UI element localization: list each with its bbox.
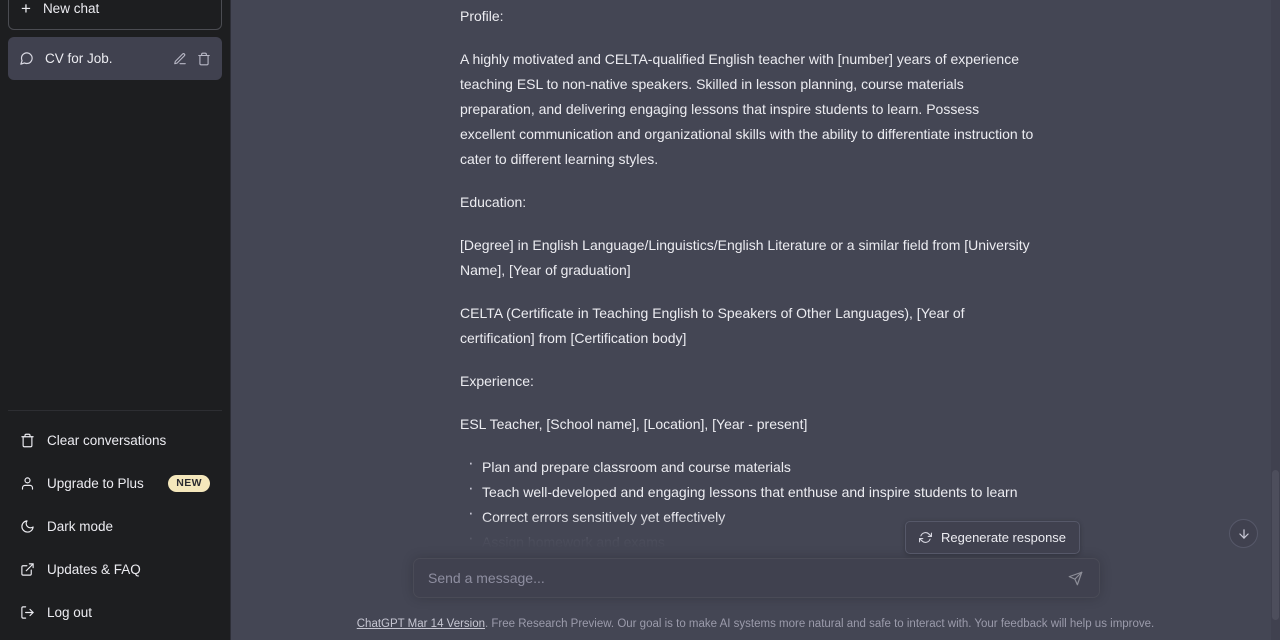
- logout-icon: [20, 605, 35, 620]
- external-link-icon: [20, 562, 35, 577]
- assistant-message: Profile: A highly motivated and CELTA-qu…: [460, 0, 1038, 565]
- education-heading: Education:: [460, 194, 527, 210]
- chatgpt-app: + New chat CV for Job. Clear conversatio…: [0, 0, 1280, 640]
- sidebar-item-dark-mode[interactable]: Dark mode: [8, 505, 222, 548]
- conversation-title: CV for Job.: [45, 51, 113, 66]
- arrow-down-icon: [1237, 527, 1251, 541]
- message-bubble-icon: [19, 51, 34, 66]
- conversation-item-cv-for-job[interactable]: CV for Job.: [8, 37, 222, 80]
- trash-icon[interactable]: [197, 52, 211, 66]
- sidebar-item-label: Log out: [47, 605, 93, 620]
- sidebar-item-log-out[interactable]: Log out: [8, 591, 222, 634]
- refresh-icon: [919, 531, 932, 544]
- conversation-actions: [173, 52, 211, 66]
- plus-icon: +: [21, 0, 31, 18]
- version-link[interactable]: ChatGPT Mar 14 Version: [357, 618, 485, 630]
- new-chat-button[interactable]: + New chat: [8, 0, 222, 30]
- experience-role: ESL Teacher, [School name], [Location], …: [460, 416, 808, 432]
- message-input[interactable]: [428, 570, 1065, 586]
- profile-heading: Profile:: [460, 8, 504, 24]
- sidebar-item-label: Clear conversations: [47, 433, 167, 448]
- main-panel: Profile: A highly motivated and CELTA-qu…: [230, 0, 1280, 640]
- sidebar-item-label: Upgrade to Plus: [47, 476, 144, 491]
- footer-disclaimer: ChatGPT Mar 14 Version. Free Research Pr…: [231, 616, 1280, 632]
- profile-body: A highly motivated and CELTA-qualified E…: [460, 51, 1034, 167]
- sidebar-item-updates-and-faq[interactable]: Updates & FAQ: [8, 548, 222, 591]
- pencil-icon[interactable]: [173, 52, 187, 66]
- user-icon: [20, 476, 35, 491]
- message-thread: Profile: A highly motivated and CELTA-qu…: [231, 0, 1280, 640]
- regenerate-response-label: Regenerate response: [941, 530, 1067, 545]
- list-item: Plan and prepare classroom and course ma…: [460, 450, 1038, 480]
- sidebar: + New chat CV for Job. Clear conversatio…: [0, 0, 230, 640]
- trash-icon: [20, 433, 35, 448]
- status-badge-new: NEW: [168, 475, 210, 492]
- conversation-list: CV for Job.: [8, 37, 222, 80]
- moon-icon: [20, 519, 35, 534]
- message-composer[interactable]: [413, 558, 1100, 598]
- sidebar-footer-menu: Clear conversations Upgrade to Plus NEW: [8, 410, 222, 640]
- education-degree: [Degree] in English Language/Linguistics…: [460, 237, 1030, 278]
- sidebar-item-upgrade-to-plus[interactable]: Upgrade to Plus NEW: [8, 462, 222, 505]
- sidebar-item-label: Dark mode: [47, 519, 114, 534]
- send-plane-icon[interactable]: [1065, 568, 1085, 588]
- sidebar-item-label: Updates & FAQ: [47, 562, 141, 577]
- disclaimer-text: . Free Research Preview. Our goal is to …: [485, 618, 1155, 630]
- sidebar-top: + New chat: [8, 0, 222, 30]
- experience-heading: Experience:: [460, 373, 534, 389]
- page-scrollbar-thumb[interactable]: [1272, 470, 1279, 620]
- education-celta: CELTA (Certificate in Teaching English t…: [460, 305, 965, 346]
- list-item: Teach well-developed and engaging lesson…: [460, 475, 1038, 505]
- scroll-to-bottom-button[interactable]: [1229, 519, 1258, 548]
- sidebar-item-clear-conversations[interactable]: Clear conversations: [8, 419, 222, 462]
- composer-area: ChatGPT Mar 14 Version. Free Research Pr…: [231, 550, 1280, 640]
- new-chat-label: New chat: [42, 0, 100, 16]
- regenerate-response-button[interactable]: Regenerate response: [905, 521, 1081, 554]
